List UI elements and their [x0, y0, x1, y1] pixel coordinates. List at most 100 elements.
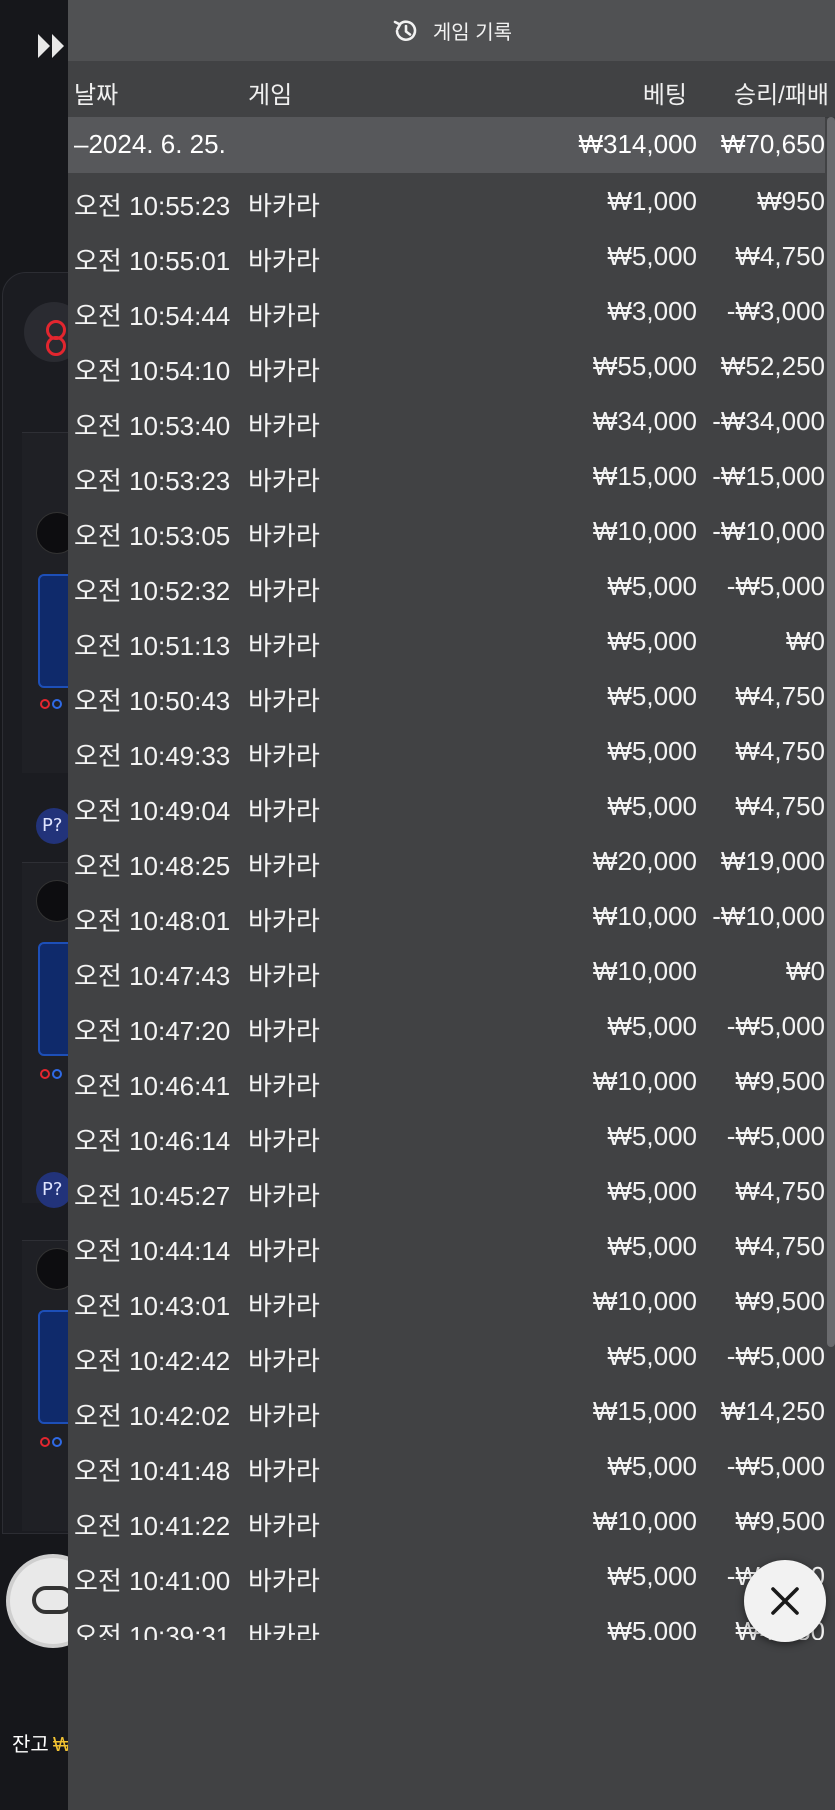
history-row[interactable]: 오전 10:42:42 바카라 ₩5,000 -₩5,000 — [68, 1328, 825, 1383]
row-game: 바카라 — [248, 1236, 320, 1266]
history-row[interactable]: 오전 10:47:20 바카라 ₩5,000 -₩5,000 — [68, 998, 825, 1053]
row-game: 바카라 — [248, 1401, 320, 1431]
row-game: 바카라 — [248, 1071, 320, 1101]
row-time: 오전 10:46:14 — [74, 1126, 231, 1156]
row-result: ₩4,750 — [735, 1176, 825, 1206]
row-bet: ₩1,000 — [607, 186, 697, 216]
row-result: ₩4,750 — [735, 241, 825, 271]
row-game: 바카라 — [248, 301, 320, 331]
roadmap-dots — [40, 1432, 64, 1447]
column-header-bet: 베팅 — [642, 82, 687, 109]
row-time: 오전 10:47:20 — [74, 1016, 231, 1046]
history-row[interactable]: 오전 10:44:14 바카라 ₩5,000 ₩4,750 — [68, 1218, 825, 1273]
close-button[interactable] — [744, 1560, 826, 1642]
row-result: ₩950 — [757, 186, 825, 216]
row-result: -₩15,000 — [712, 461, 825, 491]
history-row[interactable]: 오전 10:52:32 바카라 ₩5,000 -₩5,000 — [68, 558, 825, 613]
row-game: 바카라 — [248, 741, 320, 771]
history-row[interactable]: 오전 10:41:48 바카라 ₩5,000 -₩5,000 — [68, 1438, 825, 1493]
row-result: -₩3,000 — [726, 296, 825, 326]
row-game: 바카라 — [248, 576, 320, 606]
history-row[interactable]: 오전 10:49:04 바카라 ₩5,000 ₩4,750 — [68, 778, 825, 833]
row-game: 바카라 — [248, 1511, 320, 1541]
history-row[interactable]: 오전 10:49:33 바카라 ₩5,000 ₩4,750 — [68, 723, 825, 778]
history-row[interactable]: 오전 10:48:25 바카라 ₩20,000 ₩19,000 — [68, 833, 825, 888]
row-game: 바카라 — [248, 1181, 320, 1211]
history-row[interactable]: 오전 10:54:10 바카라 ₩55,000 ₩52,250 — [68, 338, 825, 393]
date-group-date: –2024. 6. 25. — [74, 129, 226, 159]
row-bet: ₩10,000 — [592, 1066, 697, 1096]
row-time: 오전 10:54:44 — [74, 301, 231, 331]
column-header-date: 날짜 — [74, 82, 119, 109]
row-time: 오전 10:45:27 — [74, 1181, 231, 1211]
row-bet: ₩10,000 — [592, 516, 697, 546]
row-result: ₩19,000 — [720, 846, 825, 876]
history-row[interactable]: 오전 10:41:22 바카라 ₩10,000 ₩9,500 — [68, 1493, 825, 1548]
history-row[interactable]: 오전 10:43:01 바카라 ₩10,000 ₩9,500 — [68, 1273, 825, 1328]
history-icon — [393, 19, 417, 41]
history-row[interactable]: 오전 10:39:31바카라₩5,000₩4,750 — [68, 1603, 825, 1640]
row-game: 바카라 — [248, 906, 320, 936]
column-header-result: 승리/패배 — [734, 82, 829, 109]
row-bet: ₩5,000 — [607, 241, 697, 271]
date-group-bet: ₩314,000 — [578, 129, 697, 159]
row-bet: ₩5,000 — [607, 1011, 697, 1041]
row-game: 바카라 — [248, 851, 320, 881]
row-result: -₩5,000 — [726, 1011, 825, 1041]
history-row[interactable]: 오전 10:46:14 바카라 ₩5,000 -₩5,000 — [68, 1108, 825, 1163]
history-row[interactable]: 오전 10:54:44 바카라 ₩3,000 -₩3,000 — [68, 283, 825, 338]
history-row[interactable]: 오전 10:47:43 바카라 ₩10,000 ₩0 — [68, 943, 825, 998]
row-bet: ₩15,000 — [592, 1396, 697, 1426]
row-bet: ₩5,000 — [607, 626, 697, 656]
player-badge: P? — [36, 1172, 72, 1208]
brand-logo-icon — [38, 34, 64, 58]
row-time: 오전 10:55:01 — [74, 246, 231, 276]
row-bet: ₩5,000 — [607, 791, 697, 821]
date-group-row[interactable]: –2024. 6. 25. ₩314,000 ₩70,650 — [68, 117, 825, 173]
row-result: ₩9,500 — [735, 1286, 825, 1316]
row-time: 오전 10:51:13 — [74, 631, 231, 661]
history-row[interactable]: 오전 10:41:00바카라₩5,000-₩5,000 — [68, 1548, 825, 1603]
row-game: 바카라 — [248, 411, 320, 441]
modal-title: 게임 기록 — [432, 22, 513, 44]
row-time: 오전 10:50:43 — [74, 686, 231, 716]
row-game: 바카라 — [248, 1621, 320, 1640]
column-header-game: 게임 — [248, 82, 293, 109]
row-result: ₩4,750 — [735, 791, 825, 821]
row-time: 오전 10:53:40 — [74, 411, 231, 441]
history-row[interactable]: 오전 10:50:43 바카라 ₩5,000 ₩4,750 — [68, 668, 825, 723]
row-result: ₩52,250 — [720, 351, 825, 381]
game-history-modal: 게임 기록 날짜 게임 베팅 승리/패배 –2024. 6. 25. ₩314,… — [68, 0, 835, 1810]
history-row[interactable]: 오전 10:53:05 바카라 ₩10,000 -₩10,000 — [68, 503, 825, 558]
row-bet: ₩10,000 — [592, 1286, 697, 1316]
history-list[interactable]: –2024. 6. 25. ₩314,000 ₩70,650 오전 10:55:… — [68, 117, 825, 1640]
scrollbar[interactable] — [827, 117, 835, 1347]
row-time: 오전 10:49:04 — [74, 796, 231, 826]
row-bet: ₩5,000 — [607, 1231, 697, 1261]
history-row[interactable]: 오전 10:55:01 바카라 ₩5,000 ₩4,750 — [68, 228, 825, 283]
row-time: 오전 10:42:42 — [74, 1346, 231, 1376]
row-game: 바카라 — [248, 1566, 320, 1596]
history-row[interactable]: 오전 10:42:02 바카라 ₩15,000 ₩14,250 — [68, 1383, 825, 1438]
row-time: 오전 10:47:43 — [74, 961, 231, 991]
row-time: 오전 10:39:31 — [74, 1621, 231, 1640]
history-row[interactable]: 오전 10:53:40 바카라 ₩34,000 -₩34,000 — [68, 393, 825, 448]
row-result: ₩4,750 — [735, 736, 825, 766]
row-bet: ₩10,000 — [592, 1506, 697, 1536]
history-row[interactable]: 오전 10:55:23 바카라 ₩1,000 ₩950 — [68, 173, 825, 228]
history-row[interactable]: 오전 10:46:41 바카라 ₩10,000 ₩9,500 — [68, 1053, 825, 1108]
row-bet: ₩5,000 — [607, 736, 697, 766]
history-row[interactable]: 오전 10:53:23 바카라 ₩15,000 -₩15,000 — [68, 448, 825, 503]
row-game: 바카라 — [248, 1346, 320, 1376]
history-row[interactable]: 오전 10:48:01 바카라 ₩10,000 -₩10,000 — [68, 888, 825, 943]
row-result: -₩34,000 — [712, 406, 825, 436]
row-bet: ₩20,000 — [592, 846, 697, 876]
row-time: 오전 10:41:48 — [74, 1456, 231, 1486]
history-row[interactable]: 오전 10:45:27 바카라 ₩5,000 ₩4,750 — [68, 1163, 825, 1218]
row-result: ₩4,750 — [735, 1231, 825, 1261]
row-result: -₩5,000 — [726, 1121, 825, 1151]
row-bet: ₩10,000 — [592, 901, 697, 931]
row-game: 바카라 — [248, 631, 320, 661]
history-row[interactable]: 오전 10:51:13 바카라 ₩5,000 ₩0 — [68, 613, 825, 668]
row-game: 바카라 — [248, 356, 320, 386]
